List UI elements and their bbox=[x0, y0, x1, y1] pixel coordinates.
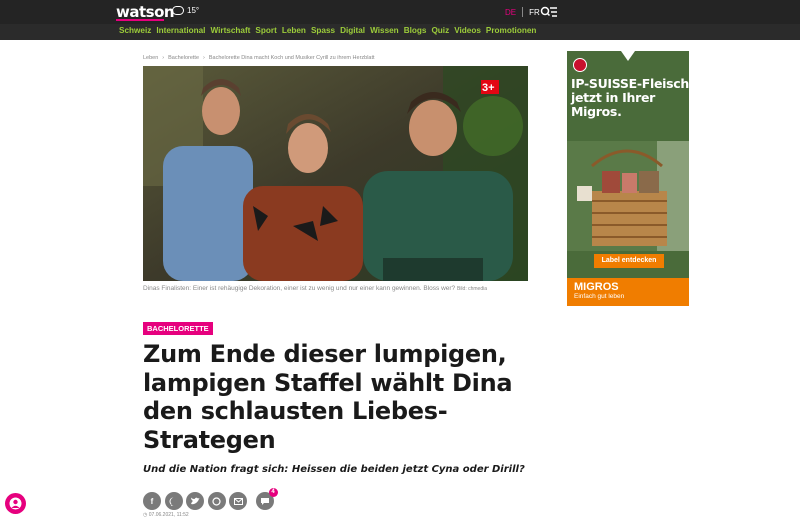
comments-button[interactable]: 4 bbox=[255, 488, 278, 510]
search-menu-icon[interactable] bbox=[540, 5, 558, 19]
main-navigation: Schweiz International Wirtschaft Sport Leben… bbox=[0, 24, 800, 40]
comment-count: 4 bbox=[268, 488, 278, 497]
facebook-icon[interactable]: f bbox=[143, 492, 161, 510]
nav-item-schweiz[interactable]: Schweiz bbox=[119, 26, 151, 35]
nav-item-leben[interactable]: Leben bbox=[282, 26, 306, 35]
nav-item-spass[interactable]: Spass bbox=[311, 26, 335, 35]
logo-underline bbox=[116, 19, 164, 21]
breadcrumb-item: Bachelorette Dina macht Koch und Musiker… bbox=[208, 55, 375, 61]
channel-badge: 3+ bbox=[482, 82, 495, 94]
breadcrumb-separator: › bbox=[162, 55, 165, 61]
lang-divider bbox=[522, 7, 524, 17]
ip-suisse-logo bbox=[573, 58, 587, 72]
image-credit: Bild: chmedia bbox=[456, 286, 487, 292]
user-icon bbox=[9, 497, 22, 510]
category-tag[interactable]: BACHELORETTE bbox=[143, 322, 213, 335]
clock-icon: ◷ bbox=[143, 512, 148, 518]
publish-date: ◷ 07.06.2021, 11:52 bbox=[143, 512, 189, 518]
lang-de-link[interactable]: DE bbox=[505, 8, 516, 17]
nav-item-sport[interactable]: Sport bbox=[255, 26, 276, 35]
basket-image bbox=[567, 141, 689, 251]
temperature: 15° bbox=[187, 6, 200, 15]
advertisement[interactable]: IP-SUISSE-Fleisch jetzt in Ihrer Migros.… bbox=[567, 51, 689, 306]
migros-brand: MIGROS bbox=[574, 281, 619, 293]
weather-widget[interactable]: 15° bbox=[172, 6, 199, 15]
ad-marker-icon bbox=[621, 51, 635, 61]
hero-image[interactable]: 3+ bbox=[143, 66, 528, 281]
article-headline: Zum Ende dieser lumpigen, lampigen Staff… bbox=[143, 340, 513, 454]
hero-photo: 3+ bbox=[143, 66, 528, 281]
ad-footer: MIGROS Einfach gut leben bbox=[567, 278, 689, 306]
comment-icon bbox=[260, 497, 269, 505]
lang-fr-link[interactable]: FR bbox=[529, 8, 540, 17]
nav-list: Schweiz International Wirtschaft Sport Leben… bbox=[119, 26, 536, 35]
date-text: 07.06.2021, 11:52 bbox=[148, 512, 189, 518]
migros-slogan: Einfach gut leben bbox=[574, 293, 625, 300]
image-caption: Dinas Finalisten: Einer ist rehäugige De… bbox=[143, 284, 528, 294]
email-icon[interactable] bbox=[229, 492, 247, 510]
breadcrumb-item[interactable]: Bachelorette bbox=[168, 55, 199, 61]
messenger-icon[interactable] bbox=[164, 492, 183, 510]
nav-item-wirtschaft[interactable]: Wirtschaft bbox=[210, 26, 250, 35]
twitter-icon[interactable] bbox=[186, 492, 204, 510]
article-lead: Und die Nation fragt sich: Heissen die b… bbox=[143, 464, 525, 475]
caption-text: Dinas Finalisten: Einer ist rehäugige De… bbox=[143, 285, 456, 292]
share-bar: f 4 bbox=[143, 488, 278, 510]
nav-item-quiz[interactable]: Quiz bbox=[431, 26, 449, 35]
nav-item-blogs[interactable]: Blogs bbox=[404, 26, 427, 35]
breadcrumb: Leben › Bachelorette › Bachelorette Dina mac… bbox=[143, 55, 375, 61]
whatsapp-icon[interactable] bbox=[207, 492, 226, 510]
nav-item-promotionen[interactable]: Promotionen bbox=[486, 26, 537, 35]
top-bar: watson 15° DE FR bbox=[0, 0, 800, 24]
user-account-button[interactable] bbox=[5, 493, 26, 514]
nav-item-international[interactable]: International bbox=[156, 26, 205, 35]
ad-title: IP-SUISSE-Fleisch jetzt in Ihrer Migros. bbox=[571, 76, 689, 119]
breadcrumb-separator: › bbox=[203, 55, 205, 61]
nav-item-videos[interactable]: Videos bbox=[454, 26, 481, 35]
cloud-icon bbox=[172, 6, 184, 15]
nav-item-wissen[interactable]: Wissen bbox=[370, 26, 399, 35]
breadcrumb-item[interactable]: Leben bbox=[143, 55, 158, 61]
ad-cta-button[interactable]: Label entdecken bbox=[594, 254, 664, 268]
language-switch: DE FR bbox=[505, 7, 540, 17]
nav-item-digital[interactable]: Digital bbox=[340, 26, 365, 35]
